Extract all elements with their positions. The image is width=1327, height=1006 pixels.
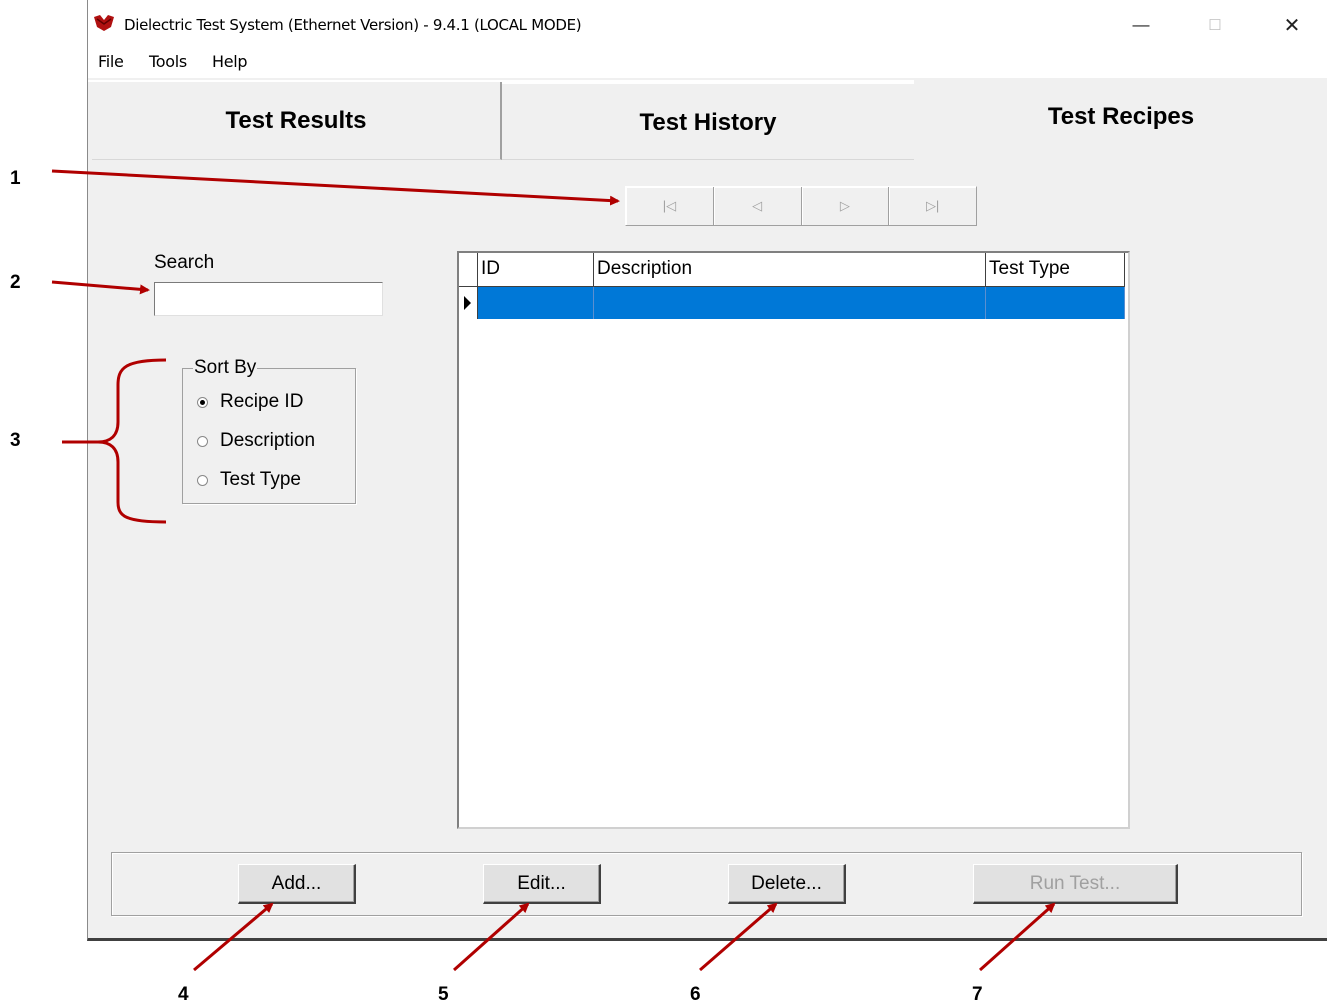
callout-arrow-4: [193, 902, 274, 972]
callout-arrow-2: [51, 280, 150, 295]
callout-overlay: [51, 169, 1056, 972]
callout-label-6: 6: [690, 984, 701, 1005]
callout-arrow-7: [979, 902, 1056, 972]
callout-arrow-6: [699, 902, 778, 972]
callout-label-3: 3: [10, 430, 21, 451]
callout-label-5: 5: [438, 984, 449, 1005]
callout-arrow-1: [51, 169, 620, 206]
callout-label-4: 4: [178, 984, 189, 1005]
callout-label-7: 7: [972, 984, 983, 1005]
callout-arrow-5: [453, 902, 530, 972]
callout-label-1: 1: [10, 168, 21, 189]
callout-brace-3: [97, 358, 167, 524]
callout-label-2: 2: [10, 272, 21, 293]
